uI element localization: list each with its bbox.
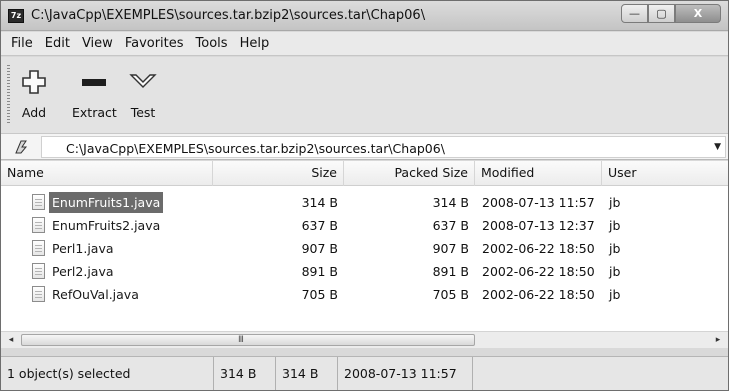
add-label: Add <box>21 105 47 120</box>
file-packed-size: 637 B <box>432 218 469 233</box>
up-folder-button[interactable] <box>13 138 31 156</box>
file-size: 891 B <box>301 264 338 279</box>
thumb-grip-icon: III <box>238 335 244 345</box>
extract-label: Extract <box>72 105 117 120</box>
file-modified: 2008-07-13 11:57 <box>482 195 595 210</box>
java-file-icon <box>32 240 45 256</box>
test-label: Test <box>130 105 156 120</box>
file-list[interactable]: Name Size Packed Size Modified User Enum… <box>1 161 728 348</box>
7zip-app-icon[interactable]: 7z <box>8 9 24 23</box>
menu-file[interactable]: File <box>5 36 39 51</box>
file-name: RefOuVal.java <box>52 287 139 302</box>
file-packed-size: 907 B <box>432 241 469 256</box>
java-file-icon <box>32 263 45 279</box>
java-file-icon <box>32 194 45 210</box>
status-selection: 1 object(s) selected <box>1 357 214 390</box>
column-packed-size[interactable]: Packed Size <box>344 161 475 186</box>
maximize-button[interactable]: ▢ <box>648 4 675 23</box>
status-size: 314 B <box>214 357 276 390</box>
file-name: Perl1.java <box>52 241 114 256</box>
file-user: jb <box>609 264 621 279</box>
title-bar[interactable]: 7z C:\JavaCpp\EXEMPLES\sources.tar.bzip2… <box>1 1 728 31</box>
path-text: C:\JavaCpp\EXEMPLES\sources.tar.bzip2\so… <box>66 141 445 156</box>
column-modified[interactable]: Modified <box>475 161 602 186</box>
scroll-right-arrow-icon[interactable]: ▸ <box>710 332 726 348</box>
column-header-row: Name Size Packed Size Modified User <box>1 161 728 186</box>
path-combobox[interactable]: C:\JavaCpp\EXEMPLES\sources.tar.bzip2\so… <box>41 136 726 158</box>
minimize-button[interactable]: — <box>621 4 648 23</box>
file-user: jb <box>609 218 621 233</box>
close-button[interactable]: X <box>675 4 721 23</box>
file-modified: 2008-07-13 12:37 <box>482 218 595 233</box>
file-row[interactable]: EnumFruits1.java 314 B 314 B 2008-07-13 … <box>1 191 728 214</box>
file-size: 705 B <box>301 287 338 302</box>
scroll-left-arrow-icon[interactable]: ◂ <box>3 332 19 348</box>
up-folder-icon <box>15 140 28 154</box>
archive-window: 7z C:\JavaCpp\EXEMPLES\sources.tar.bzip2… <box>0 0 729 391</box>
menu-favorites[interactable]: Favorites <box>119 36 190 51</box>
chevron-down-icon[interactable]: ▼ <box>714 142 721 152</box>
file-modified: 2002-06-22 18:50 <box>482 287 595 302</box>
toolbar: Add Extract Test <box>1 57 728 134</box>
file-modified: 2002-06-22 18:50 <box>482 241 595 256</box>
scrollbar-thumb[interactable]: III <box>21 334 475 346</box>
status-modified: 2008-07-13 11:57 <box>338 357 473 390</box>
file-row[interactable]: EnumFruits2.java 637 B 637 B 2008-07-13 … <box>1 214 728 237</box>
file-modified: 2002-06-22 18:50 <box>482 264 595 279</box>
file-packed-size: 705 B <box>432 287 469 302</box>
file-row[interactable]: Perl1.java 907 B 907 B 2002-06-22 18:50 … <box>1 237 728 260</box>
file-name: EnumFruits2.java <box>52 218 161 233</box>
file-user: jb <box>609 195 621 210</box>
file-packed-size: 314 B <box>432 195 469 210</box>
column-size[interactable]: Size <box>213 161 344 186</box>
horizontal-scrollbar[interactable]: ◂ III ▸ <box>1 331 728 348</box>
menu-tools[interactable]: Tools <box>190 36 234 51</box>
test-button[interactable]: Test <box>128 67 158 120</box>
column-name[interactable]: Name <box>1 161 213 186</box>
file-row[interactable]: Perl2.java 891 B 891 B 2002-06-22 18:50 … <box>1 260 728 283</box>
file-name: Perl2.java <box>52 264 114 279</box>
file-size: 314 B <box>301 195 338 210</box>
checkmark-icon <box>128 67 158 97</box>
toolbar-grip[interactable] <box>7 65 10 123</box>
file-packed-size: 891 B <box>432 264 469 279</box>
column-user[interactable]: User <box>602 161 728 186</box>
minus-icon <box>79 67 109 97</box>
file-row[interactable]: RefOuVal.java 705 B 705 B 2002-06-22 18:… <box>1 283 728 306</box>
menu-bar: File Edit View Favorites Tools Help <box>1 32 728 56</box>
file-user: jb <box>609 241 621 256</box>
file-user: jb <box>609 287 621 302</box>
window-title: C:\JavaCpp\EXEMPLES\sources.tar.bzip2\so… <box>31 8 426 23</box>
java-file-icon <box>32 217 45 233</box>
plus-icon <box>19 67 49 97</box>
menu-help[interactable]: Help <box>234 36 276 51</box>
add-button[interactable]: Add <box>19 67 49 120</box>
menu-edit[interactable]: Edit <box>39 36 76 51</box>
file-name: EnumFruits1.java <box>49 192 164 213</box>
caption-buttons: — ▢ X <box>621 4 721 24</box>
status-bar: 1 object(s) selected 314 B 314 B 2008-07… <box>1 356 728 390</box>
file-size: 907 B <box>301 241 338 256</box>
file-size: 637 B <box>301 218 338 233</box>
extract-button[interactable]: Extract <box>72 67 117 120</box>
status-packed: 314 B <box>276 357 338 390</box>
address-bar: C:\JavaCpp\EXEMPLES\sources.tar.bzip2\so… <box>1 134 728 160</box>
menu-view[interactable]: View <box>76 36 119 51</box>
java-file-icon <box>32 286 45 302</box>
